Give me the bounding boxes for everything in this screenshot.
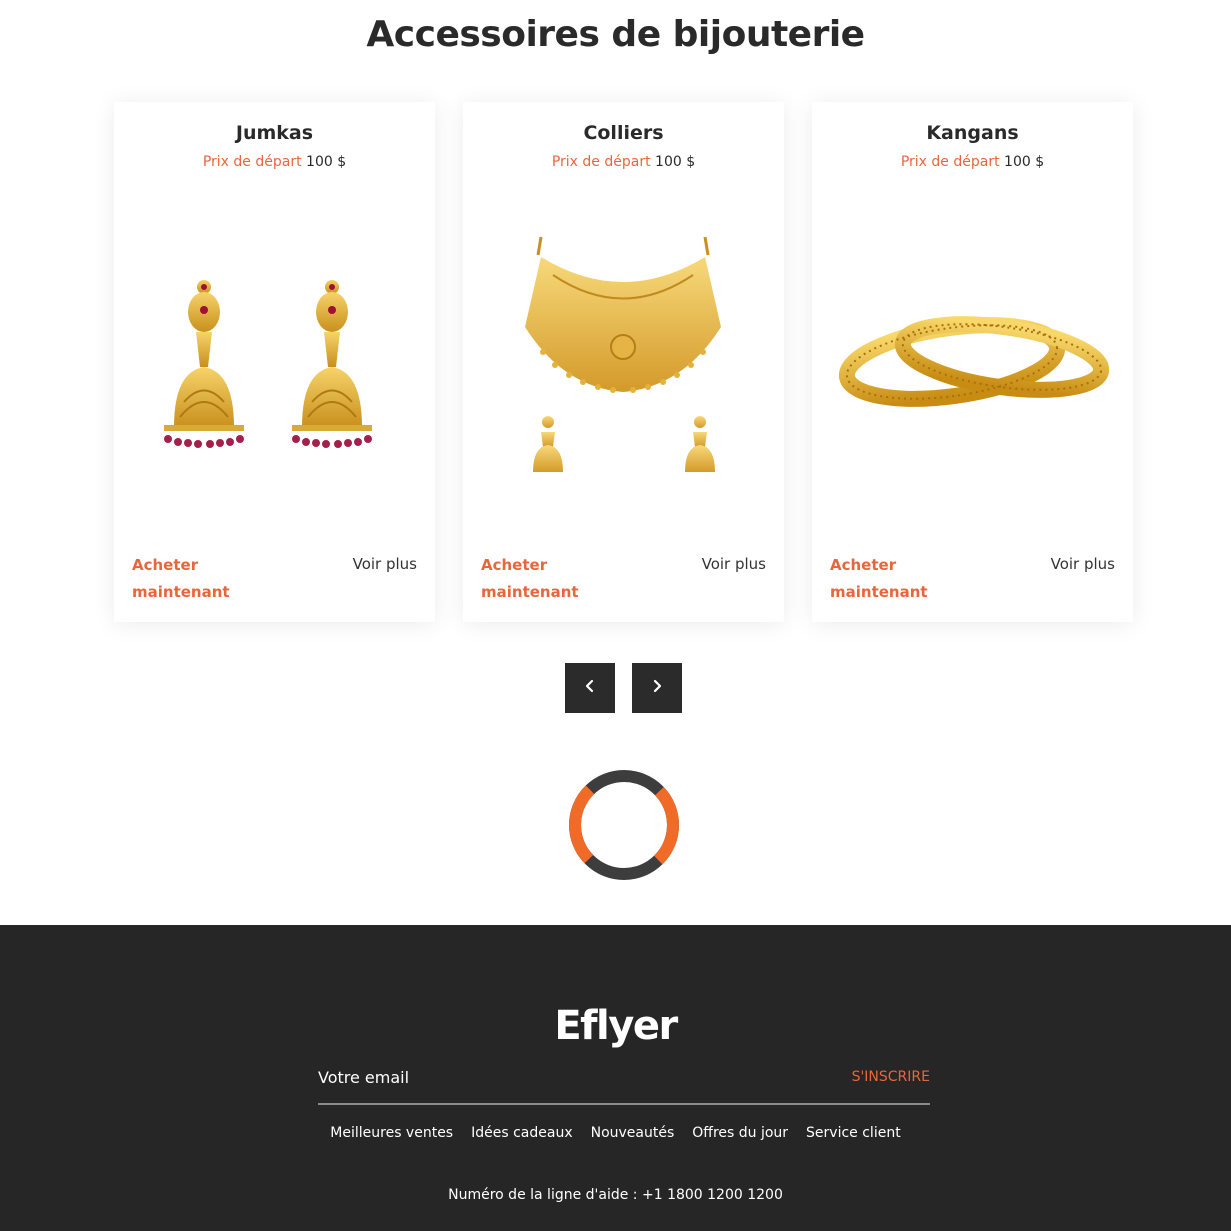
chevron-left-icon: [582, 678, 598, 699]
see-more-link[interactable]: Voir plus: [1051, 552, 1115, 576]
price-label: Prix de départ: [202, 154, 302, 170]
footer-link-daily-deals[interactable]: Offres du jour: [692, 1125, 788, 1141]
price-value: 100 $: [306, 154, 347, 170]
product-price: Prix de départ 100 $: [114, 154, 435, 170]
product-name: Kangans: [926, 122, 1019, 144]
buy-now-link[interactable]: Acheter maintenant: [481, 552, 591, 606]
footer-link-customer-service[interactable]: Service client: [806, 1125, 901, 1141]
product-name: Jumkas: [235, 122, 314, 144]
product-carousel: Jumkas Prix de départ 100 $ Acheter main…: [114, 102, 1134, 622]
product-card-colliers: Colliers Prix de départ 100 $ Acheter ma…: [463, 102, 784, 622]
necklace-set-image: [483, 197, 764, 527]
product-price: Prix de départ 100 $: [812, 154, 1133, 170]
footer-link-gift-ideas[interactable]: Idées cadeaux: [471, 1125, 573, 1141]
footer-link-best-sellers[interactable]: Meilleures ventes: [330, 1125, 453, 1141]
site-footer: Eflyer S'INSCRIRE Meilleures ventes Idée…: [0, 925, 1231, 1231]
carousel-prev-button[interactable]: [565, 663, 615, 713]
product-card-kangans: Kangans Prix de départ 100 $ Acheter mai…: [812, 102, 1133, 622]
price-label: Prix de départ: [551, 154, 651, 170]
footer-link-new-arrivals[interactable]: Nouveautés: [591, 1125, 675, 1141]
loading-spinner-icon: [568, 769, 680, 881]
price-value: 100 $: [655, 154, 696, 170]
price-label: Prix de départ: [900, 154, 1000, 170]
carousel-next-button[interactable]: [632, 663, 682, 713]
brand-logo[interactable]: Eflyer: [0, 1003, 1231, 1049]
product-name: Colliers: [583, 122, 664, 144]
footer-nav: Meilleures ventes Idées cadeaux Nouveaut…: [0, 1125, 1231, 1141]
buy-now-link[interactable]: Acheter maintenant: [132, 552, 242, 606]
bangles-image: [832, 197, 1113, 527]
product-price: Prix de départ 100 $: [463, 154, 784, 170]
newsletter-form: S'INSCRIRE: [318, 1063, 930, 1105]
see-more-link[interactable]: Voir plus: [702, 552, 766, 576]
section-title: Accessoires de bijouterie: [366, 14, 865, 55]
subscribe-button[interactable]: S'INSCRIRE: [852, 1069, 930, 1085]
email-input[interactable]: [318, 1063, 798, 1091]
buy-now-link[interactable]: Acheter maintenant: [830, 552, 940, 606]
chevron-right-icon: [649, 678, 665, 699]
jhumka-earrings-image: [134, 197, 415, 527]
product-card-jumkas: Jumkas Prix de départ 100 $ Acheter main…: [114, 102, 435, 622]
price-value: 100 $: [1004, 154, 1045, 170]
helpline-number: Numéro de la ligne d'aide : +1 1800 1200…: [448, 1187, 783, 1203]
see-more-link[interactable]: Voir plus: [353, 552, 417, 576]
